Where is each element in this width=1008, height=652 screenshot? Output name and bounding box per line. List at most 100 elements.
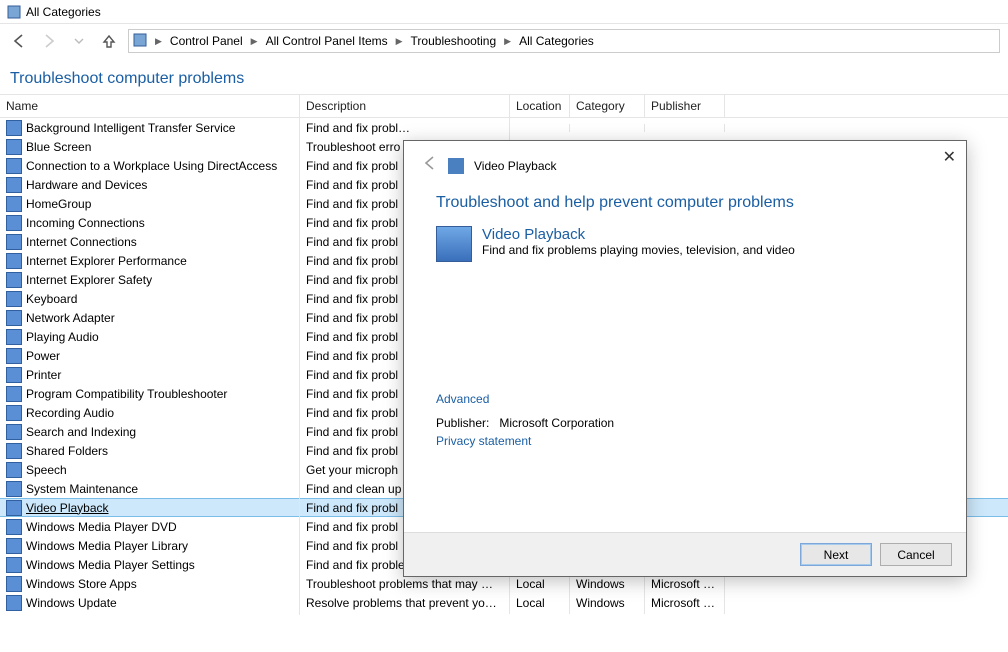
troubleshooter-icon xyxy=(6,348,22,364)
breadcrumb-item[interactable]: Control Panel xyxy=(168,34,245,48)
row-name-label: Network Adapter xyxy=(26,311,115,325)
troubleshooter-icon xyxy=(6,500,22,516)
cell-category xyxy=(570,124,645,132)
troubleshooter-icon xyxy=(6,158,22,174)
troubleshooter-icon xyxy=(6,519,22,535)
row-name-label: Power xyxy=(26,349,60,363)
chevron-right-icon[interactable]: ▶ xyxy=(502,36,513,47)
row-name-label: Blue Screen xyxy=(26,140,91,154)
col-header-description[interactable]: Description xyxy=(300,95,510,117)
troubleshooter-icon xyxy=(6,367,22,383)
up-button[interactable] xyxy=(98,30,120,52)
troubleshooter-icon xyxy=(6,538,22,554)
row-name-label: Shared Folders xyxy=(26,444,108,458)
troubleshooter-icon xyxy=(6,557,22,573)
row-name-label: Connection to a Workplace Using DirectAc… xyxy=(26,159,277,173)
troubleshooter-icon xyxy=(6,595,22,611)
row-name-label: System Maintenance xyxy=(26,482,138,496)
troubleshooter-icon xyxy=(6,310,22,326)
advanced-link[interactable]: Advanced xyxy=(436,392,934,406)
breadcrumb-item[interactable]: Troubleshooting xyxy=(409,34,499,48)
forward-button[interactable] xyxy=(38,30,60,52)
dialog-title: Video Playback xyxy=(474,159,557,173)
cell-name: Windows Update xyxy=(0,591,300,615)
dialog-title-icon xyxy=(448,158,464,174)
row-name-label: Windows Store Apps xyxy=(26,577,137,591)
window-icon xyxy=(6,4,22,20)
row-name-label: Hardware and Devices xyxy=(26,178,147,192)
row-name-label: Windows Media Player DVD xyxy=(26,520,177,534)
nav-bar: ▶ Control Panel ▶ All Control Panel Item… xyxy=(0,24,1008,58)
breadcrumb-item[interactable]: All Categories xyxy=(517,34,596,48)
close-button[interactable]: ✕ xyxy=(943,147,956,167)
breadcrumb-item[interactable]: All Control Panel Items xyxy=(264,34,390,48)
next-button[interactable]: Next xyxy=(800,543,872,566)
troubleshooter-icon xyxy=(6,329,22,345)
cancel-button[interactable]: Cancel xyxy=(880,543,952,566)
cell-publisher xyxy=(645,124,725,132)
chevron-right-icon[interactable]: ▶ xyxy=(394,36,405,47)
col-header-location[interactable]: Location xyxy=(510,95,570,117)
row-name-label: Playing Audio xyxy=(26,330,99,344)
troubleshooter-icon xyxy=(6,120,22,136)
cell-description: Resolve problems that prevent yo… xyxy=(300,592,510,614)
cell-location xyxy=(510,124,570,132)
table-row[interactable]: Windows Update Resolve problems that prev… xyxy=(0,593,1008,612)
troubleshooter-icon xyxy=(6,291,22,307)
back-button[interactable] xyxy=(8,30,30,52)
video-playback-icon xyxy=(436,226,472,262)
dialog-footer: Next Cancel xyxy=(404,532,966,576)
troubleshooter-icon xyxy=(6,481,22,497)
cell-category: Windows xyxy=(570,592,645,614)
privacy-link[interactable]: Privacy statement xyxy=(436,434,934,448)
troubleshooter-icon xyxy=(6,177,22,193)
row-name-label: Windows Update xyxy=(26,596,117,610)
dialog-item-desc: Find and fix problems playing movies, te… xyxy=(482,243,795,257)
row-name-label: Windows Media Player Settings xyxy=(26,558,195,572)
row-name-label: Recording Audio xyxy=(26,406,114,420)
chevron-right-icon[interactable]: ▶ xyxy=(249,36,260,47)
title-bar: All Categories xyxy=(0,0,1008,24)
row-name-label: Internet Explorer Performance xyxy=(26,254,187,268)
row-name-label: Internet Connections xyxy=(26,235,137,249)
dialog-heading: Troubleshoot and help prevent computer p… xyxy=(436,194,934,212)
troubleshooter-icon xyxy=(6,405,22,421)
troubleshooter-dialog: ✕ Video Playback Troubleshoot and help p… xyxy=(403,140,967,577)
troubleshooter-icon xyxy=(6,215,22,231)
troubleshooter-icon xyxy=(6,272,22,288)
recent-menu-icon[interactable] xyxy=(68,30,90,52)
cell-location: Local xyxy=(510,592,570,614)
troubleshooter-icon xyxy=(6,139,22,155)
address-bar[interactable]: ▶ Control Panel ▶ All Control Panel Item… xyxy=(128,29,1000,53)
troubleshooter-icon xyxy=(6,253,22,269)
row-name-label: Video Playback xyxy=(26,501,109,515)
row-name-label: Background Intelligent Transfer Service xyxy=(26,121,235,135)
dialog-body: Troubleshoot and help prevent computer p… xyxy=(404,182,966,532)
row-name-label: Windows Media Player Library xyxy=(26,539,188,553)
row-name-label: Printer xyxy=(26,368,61,382)
row-name-label: Search and Indexing xyxy=(26,425,136,439)
troubleshooter-icon xyxy=(6,196,22,212)
row-name-label: Incoming Connections xyxy=(26,216,145,230)
troubleshooter-icon xyxy=(6,576,22,592)
publisher-value: Microsoft Corporation xyxy=(499,416,614,430)
dialog-header: Video Playback xyxy=(404,141,966,182)
troubleshooter-icon xyxy=(6,386,22,402)
dialog-item: Video Playback Find and fix problems pla… xyxy=(436,226,934,262)
row-name-label: HomeGroup xyxy=(26,197,91,211)
dialog-back-button[interactable] xyxy=(422,155,438,176)
chevron-right-icon[interactable]: ▶ xyxy=(153,36,164,47)
row-name-label: Speech xyxy=(26,463,67,477)
row-name-label: Keyboard xyxy=(26,292,77,306)
col-header-publisher[interactable]: Publisher xyxy=(645,95,725,117)
publisher-row: Publisher: Microsoft Corporation xyxy=(436,416,934,430)
dialog-item-title: Video Playback xyxy=(482,226,795,243)
cell-publisher: Microsoft … xyxy=(645,592,725,614)
troubleshooter-icon xyxy=(6,234,22,250)
address-icon xyxy=(133,33,149,49)
troubleshooter-icon xyxy=(6,462,22,478)
page-heading: Troubleshoot computer problems xyxy=(0,58,1008,94)
col-header-category[interactable]: Category xyxy=(570,95,645,117)
col-header-name[interactable]: Name xyxy=(0,95,300,117)
row-name-label: Program Compatibility Troubleshooter xyxy=(26,387,227,401)
